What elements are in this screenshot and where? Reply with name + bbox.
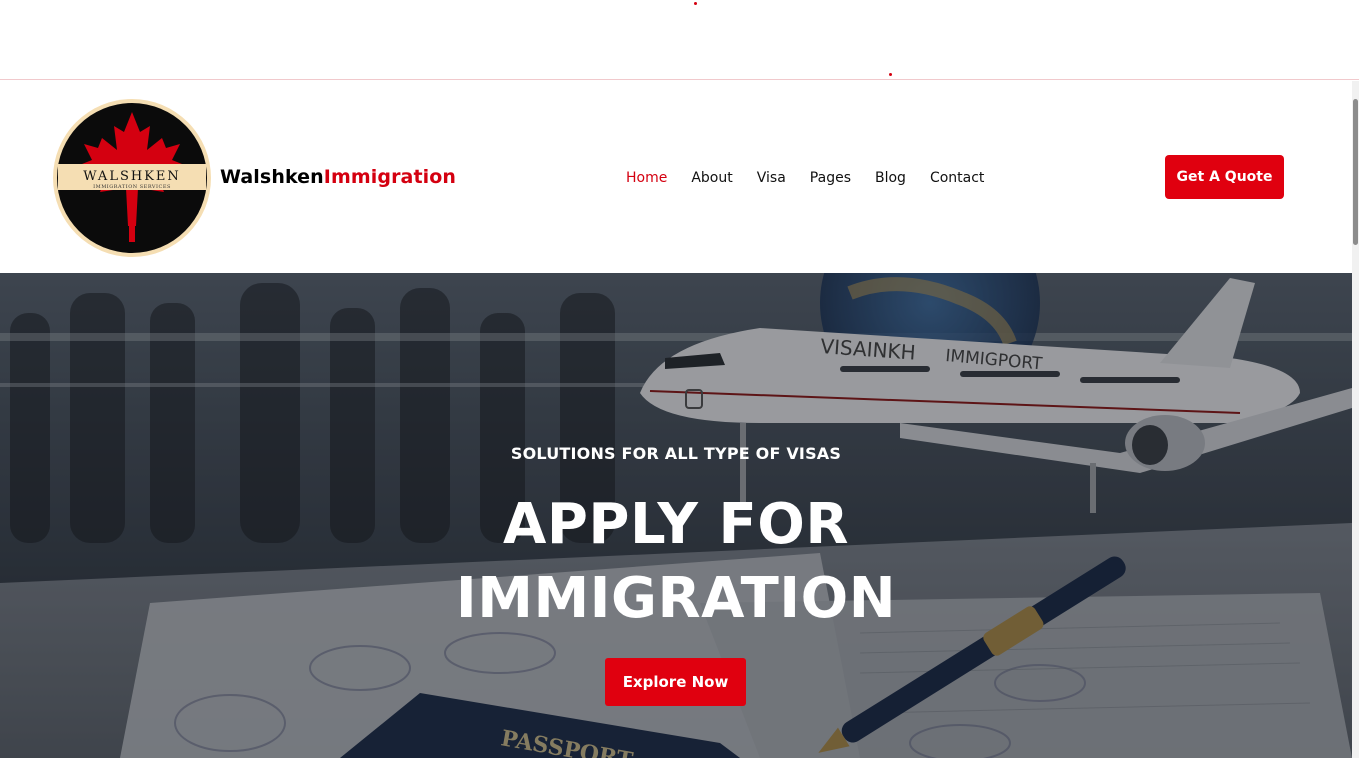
- main-nav: Home About Visa Pages Blog Contact: [626, 170, 1008, 186]
- site-header: WALSHKEN IMMIGRATION SERVICES WalshkenIm…: [0, 81, 1352, 273]
- decor-dot: [694, 2, 697, 5]
- brand-name-part1: Walshken: [220, 166, 324, 188]
- top-bar: [0, 0, 1359, 80]
- logo-text-sub: IMMIGRATION SERVICES: [93, 184, 171, 190]
- nav-item-contact[interactable]: Contact: [930, 170, 984, 186]
- brand-name[interactable]: WalshkenImmigration: [220, 166, 456, 188]
- brand-name-part2: Immigration: [323, 166, 457, 188]
- get-quote-button[interactable]: Get A Quote: [1165, 155, 1284, 199]
- hero-headline: APPLY FOR IMMIGRATION: [0, 488, 1352, 636]
- brand-logo[interactable]: WALSHKEN IMMIGRATION SERVICES: [52, 98, 212, 258]
- decor-dot: [889, 73, 892, 76]
- nav-item-visa[interactable]: Visa: [757, 170, 786, 186]
- hero-section: PASSPORT VISAINKH IMMIGPORT SOLUTIONS FO…: [0, 273, 1352, 758]
- explore-now-button[interactable]: Explore Now: [605, 658, 746, 706]
- scrollbar-thumb[interactable]: [1353, 99, 1358, 245]
- nav-item-blog[interactable]: Blog: [875, 170, 906, 186]
- hero-headline-line1: APPLY FOR: [503, 492, 849, 557]
- hero-subtitle: SOLUTIONS FOR ALL TYPE OF VISAS: [510, 444, 842, 463]
- nav-item-home[interactable]: Home: [626, 170, 667, 186]
- logo-text-main: WALSHKEN: [83, 169, 181, 184]
- nav-item-pages[interactable]: Pages: [810, 170, 851, 186]
- maple-leaf-logo-icon: WALSHKEN IMMIGRATION SERVICES: [53, 99, 211, 257]
- page-scrollbar[interactable]: [1352, 81, 1359, 758]
- hero-headline-line2: IMMIGRATION: [455, 566, 897, 631]
- nav-item-about[interactable]: About: [691, 170, 732, 186]
